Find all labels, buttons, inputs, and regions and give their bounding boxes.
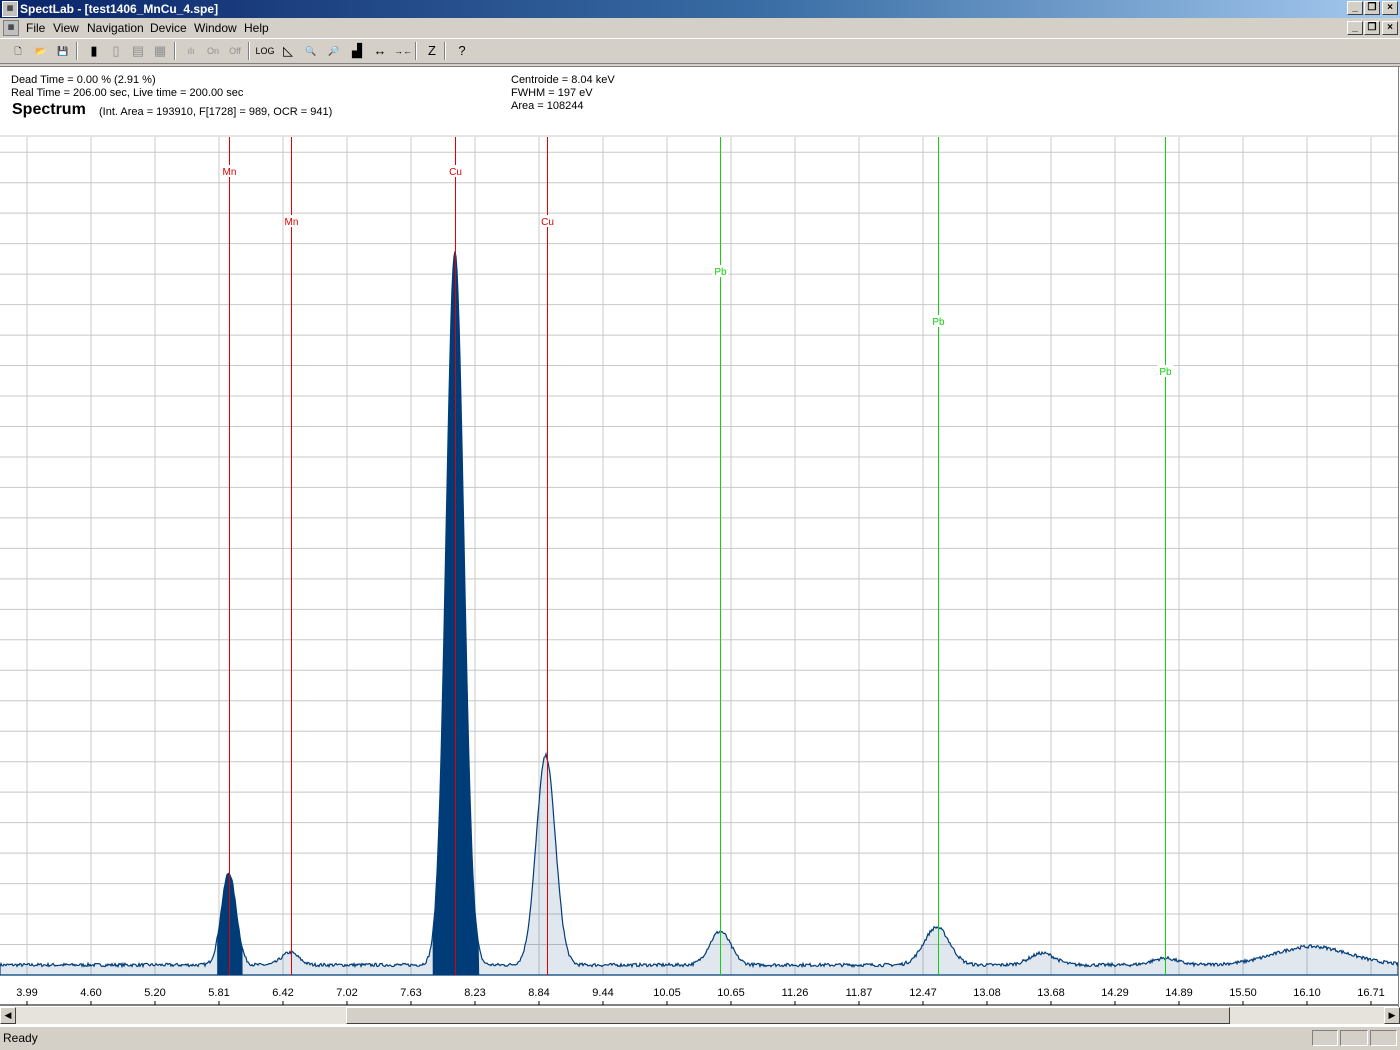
x-tick-label: 14.89 xyxy=(1165,987,1193,999)
status-pane-3 xyxy=(1370,1030,1397,1046)
marker-label-mn: Mn xyxy=(223,167,237,178)
x-tick-label: 10.05 xyxy=(653,987,681,999)
x-tick-label: 3.99 xyxy=(16,987,37,999)
scroll-right-icon[interactable]: ▶ xyxy=(1384,1007,1400,1024)
x-tick-label: 13.08 xyxy=(973,987,1001,999)
horizontal-scrollbar[interactable]: ◀ ▶ xyxy=(0,1007,1400,1024)
x-tick-label: 4.60 xyxy=(80,987,101,999)
x-tick-label: 16.10 xyxy=(1293,987,1321,999)
x-tick-label: 14.29 xyxy=(1101,987,1129,999)
x-tick-label: 15.50 xyxy=(1229,987,1257,999)
status-pane-1 xyxy=(1312,1030,1338,1046)
x-tick-label: 8.84 xyxy=(528,987,549,999)
marker-label-pb: Pb xyxy=(1159,367,1172,378)
x-tick-label: 11.26 xyxy=(782,987,809,999)
x-tick-label: 5.20 xyxy=(144,987,165,999)
x-tick-label: 5.81 xyxy=(208,987,229,999)
x-tick-label: 8.23 xyxy=(464,987,485,999)
marker-label-cu: Cu xyxy=(449,167,462,178)
x-tick-label: 7.02 xyxy=(336,987,357,999)
status-pane-2 xyxy=(1340,1030,1368,1046)
marker-label-pb: Pb xyxy=(932,317,945,328)
spectrum-chart[interactable]: 3.99 4.60 5.20 5.81 6.42 7.02 7.63 8.23 8.84 9.44… xyxy=(0,0,1400,1007)
scroll-thumb[interactable] xyxy=(346,1007,1230,1024)
x-tick-label: 10.65 xyxy=(717,987,745,999)
x-tick-label: 11.87 xyxy=(846,987,873,999)
marker-label-cu: Cu xyxy=(541,217,554,228)
marker-label-mn: Mn xyxy=(285,217,299,228)
scroll-left-icon[interactable]: ◀ xyxy=(0,1007,16,1024)
status-text: Ready xyxy=(3,1031,38,1045)
marker-label-pb: Pb xyxy=(714,267,727,278)
status-bar: Ready xyxy=(0,1026,1400,1050)
spectrum-trace xyxy=(0,251,1398,975)
x-tick-label: 7.63 xyxy=(400,987,421,999)
x-tick-label: 16.71 xyxy=(1357,987,1385,999)
x-tick-label: 9.44 xyxy=(592,987,613,999)
x-tick-label: 6.42 xyxy=(272,987,293,999)
x-tick-label: 13.68 xyxy=(1037,987,1065,999)
x-tick-label: 12.47 xyxy=(909,987,937,999)
